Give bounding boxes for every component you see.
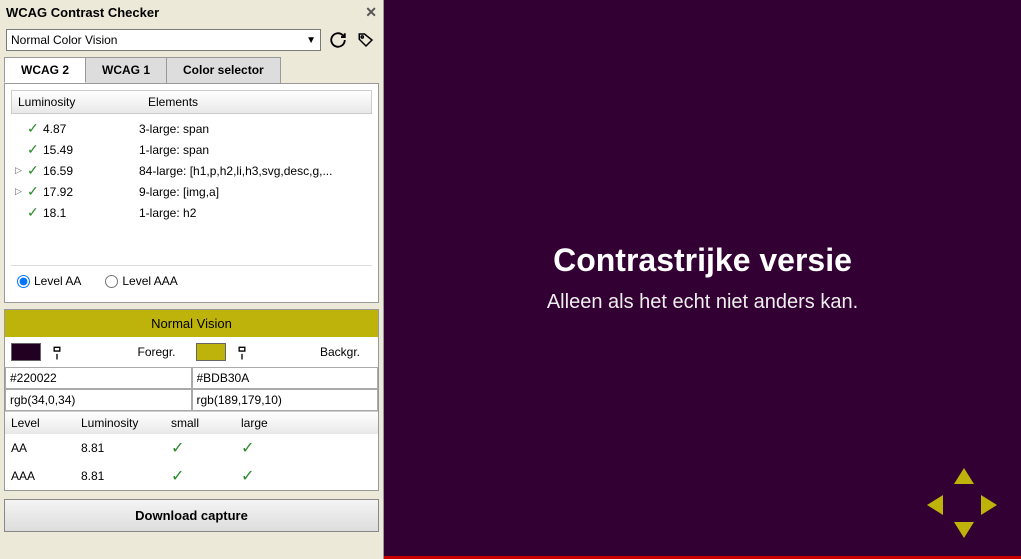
rgb-row (5, 389, 378, 411)
eyedropper-icon[interactable] (46, 341, 69, 364)
arrow-right-icon[interactable] (981, 495, 997, 515)
table-row[interactable]: ✓18.11-large: h2 (11, 202, 372, 223)
tag-icon[interactable] (355, 29, 377, 51)
preview-pane: Contrastrijke versie Alleen als het echt… (384, 0, 1021, 559)
background-hex-input[interactable] (192, 367, 379, 389)
check-icon: ✓ (27, 204, 43, 221)
row-el: 1-large: span (139, 143, 368, 157)
results-header: Luminosity Elements (11, 90, 372, 114)
cell-lum: 8.81 (75, 437, 165, 459)
check-icon: ✓ (27, 162, 43, 179)
swatch-row: Foregr. Backgr. (5, 337, 378, 367)
tab-wcag1[interactable]: WCAG 1 (85, 57, 167, 83)
close-icon[interactable]: ✕ (365, 4, 377, 21)
radio-aaa-input[interactable] (105, 275, 118, 288)
foreground-cell: Foregr. (11, 343, 188, 361)
radio-level-aa[interactable]: Level AA (17, 274, 81, 288)
cell-lum: 8.81 (75, 465, 165, 487)
col-level: Level (5, 412, 75, 434)
preview-heading: Contrastrijke versie (553, 242, 852, 279)
vision-select-value: Normal Color Vision (11, 33, 117, 47)
row-lum: 18.1 (43, 206, 139, 220)
level-radios: Level AA Level AAA (11, 265, 372, 296)
arrow-left-icon[interactable] (927, 495, 943, 515)
col-luminosity2: Luminosity (75, 412, 165, 434)
row-lum: 16.59 (43, 164, 139, 178)
preview-subheading: Alleen als het echt niet anders kan. (547, 291, 858, 314)
results-rows: ✓4.873-large: span ✓15.491-large: span ▷… (11, 114, 372, 265)
panel-title: WCAG Contrast Checker (6, 5, 159, 20)
level-table: Level Luminosity small large AA 8.81 ✓ ✓… (5, 411, 378, 490)
arrow-down-icon[interactable] (954, 522, 974, 538)
color-panel: Normal Vision Foregr. Backgr. Level (4, 309, 379, 491)
expand-icon[interactable]: ▷ (15, 165, 27, 176)
normal-vision-header: Normal Vision (5, 310, 378, 337)
row-el: 84-large: [h1,p,h2,li,h3,svg,desc,g,... (139, 164, 368, 178)
tab-color-selector[interactable]: Color selector (166, 57, 281, 83)
level-table-head: Level Luminosity small large (5, 412, 378, 434)
foreground-swatch[interactable] (11, 343, 41, 361)
radio-aa-input[interactable] (17, 275, 30, 288)
row-el: 1-large: h2 (139, 206, 368, 220)
check-icon: ✓ (165, 462, 235, 490)
tabs: WCAG 2 WCAG 1 Color selector (0, 57, 383, 83)
check-icon: ✓ (27, 141, 43, 158)
level-row: AA 8.81 ✓ ✓ (5, 434, 378, 462)
table-row[interactable]: ▷✓16.5984-large: [h1,p,h2,li,h3,svg,desc… (11, 160, 372, 181)
expand-icon[interactable]: ▷ (15, 186, 27, 197)
radio-level-aaa[interactable]: Level AAA (105, 274, 177, 288)
panel-titlebar: WCAG Contrast Checker ✕ (0, 0, 383, 25)
foreground-label: Foregr. (137, 345, 187, 359)
check-icon: ✓ (165, 434, 235, 462)
nav-arrows (927, 468, 997, 538)
col-elements[interactable]: Elements (142, 91, 371, 113)
table-row[interactable]: ✓15.491-large: span (11, 139, 372, 160)
hex-row (5, 367, 378, 389)
wcag-panel: WCAG Contrast Checker ✕ Normal Color Vis… (0, 0, 384, 559)
background-swatch[interactable] (196, 343, 226, 361)
refresh-icon[interactable] (327, 29, 349, 51)
cell-level: AA (5, 437, 75, 459)
row-lum: 17.92 (43, 185, 139, 199)
table-row[interactable]: ▷✓17.929-large: [img,a] (11, 181, 372, 202)
background-cell: Backgr. (196, 343, 373, 361)
foreground-hex-input[interactable] (5, 367, 192, 389)
chevron-down-icon: ▼ (306, 35, 316, 46)
table-row[interactable]: ✓4.873-large: span (11, 118, 372, 139)
results-pane: Luminosity Elements ✓4.873-large: span ✓… (4, 83, 379, 303)
level-row: AAA 8.81 ✓ ✓ (5, 462, 378, 490)
col-small: small (165, 412, 235, 434)
col-luminosity[interactable]: Luminosity (12, 91, 142, 113)
arrow-up-icon[interactable] (954, 468, 974, 484)
download-capture-button[interactable]: Download capture (4, 499, 379, 532)
check-icon: ✓ (235, 434, 378, 462)
check-icon: ✓ (235, 462, 378, 490)
foreground-rgb-input[interactable] (5, 389, 192, 411)
row-lum: 4.87 (43, 122, 139, 136)
eyedropper-icon[interactable] (230, 341, 253, 364)
background-rgb-input[interactable] (192, 389, 379, 411)
col-large: large (235, 412, 378, 434)
vision-select[interactable]: Normal Color Vision ▼ (6, 29, 321, 51)
row-lum: 15.49 (43, 143, 139, 157)
cell-level: AAA (5, 465, 75, 487)
check-icon: ✓ (27, 183, 43, 200)
check-icon: ✓ (27, 120, 43, 137)
row-el: 9-large: [img,a] (139, 185, 368, 199)
row-el: 3-large: span (139, 122, 368, 136)
tab-wcag2[interactable]: WCAG 2 (4, 57, 86, 83)
background-label: Backgr. (320, 345, 372, 359)
vision-row: Normal Color Vision ▼ (0, 25, 383, 55)
